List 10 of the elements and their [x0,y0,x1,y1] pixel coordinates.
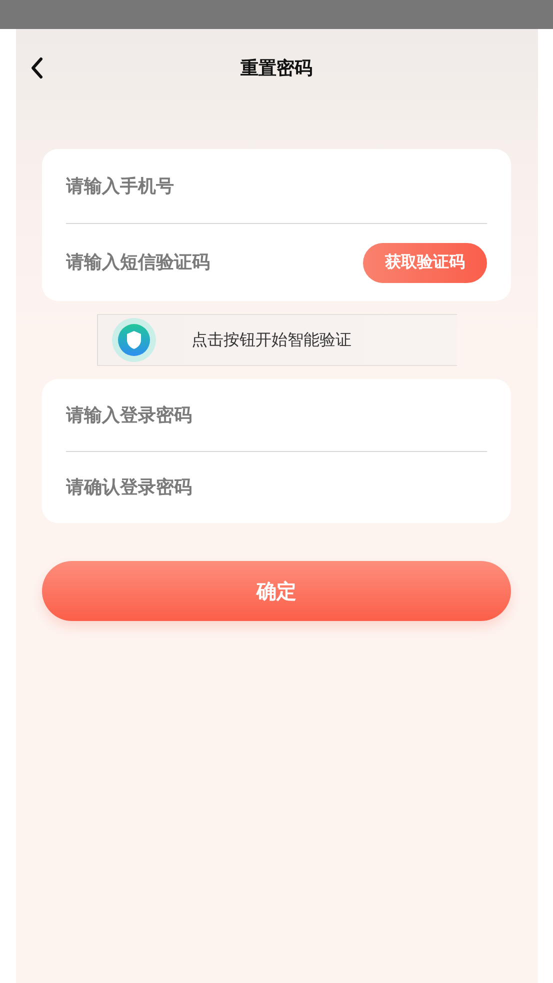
page-title: 重置密码 [240,57,312,80]
text-field[interactable]: 请输入登录密码 [66,404,487,426]
text-field[interactable]: 请输入短信验证码 [66,252,363,273]
get-code-button[interactable]: 获取验证码 [363,242,487,282]
text-field[interactable]: 请确认登录密码 [66,477,487,498]
text-field[interactable]: 请输入手机号 [66,176,487,196]
chevron-left-icon [28,56,44,80]
shield-icon [112,318,156,362]
verify-button[interactable]: 点击按钮开始智能验证 [96,314,456,366]
confirm-button[interactable]: 确定 [42,561,511,621]
